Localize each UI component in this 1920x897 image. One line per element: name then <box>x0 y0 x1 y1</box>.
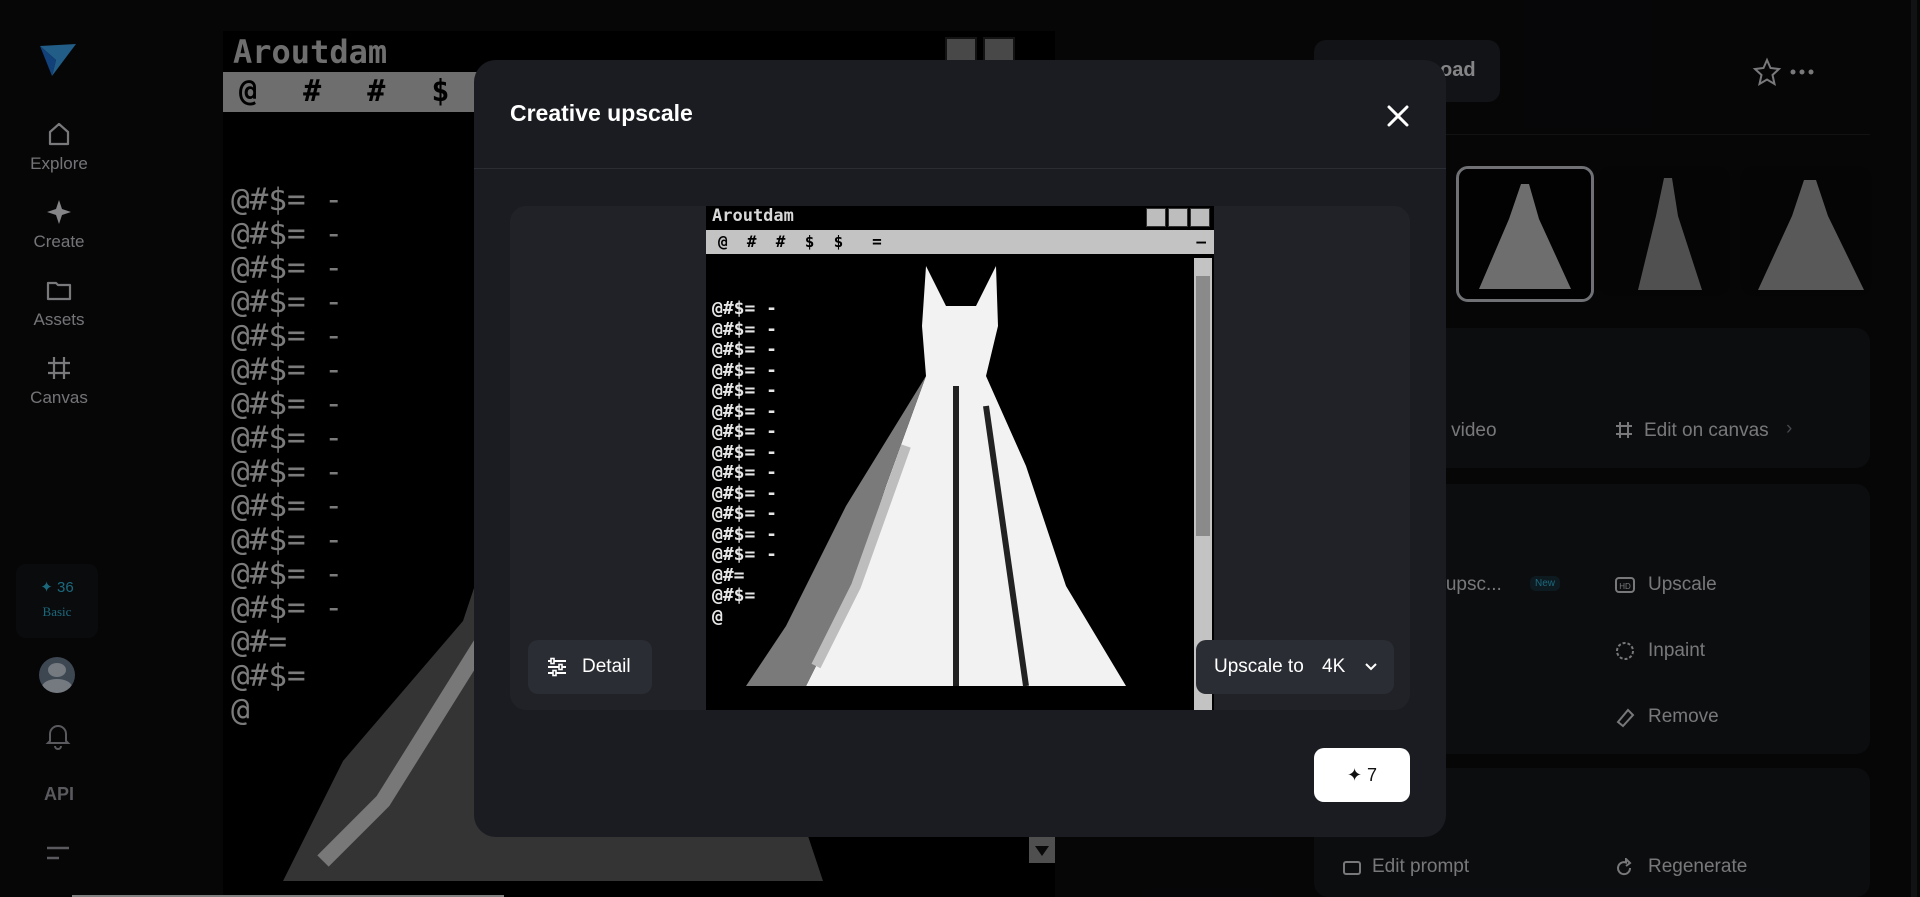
detail-button[interactable]: Detail <box>528 640 652 694</box>
sparkle-icon: ✦ <box>1346 765 1363 785</box>
image-preview: Aroutdam @ # # $ $ = – @#$= - @#$= - @#$= -… <box>510 206 1410 710</box>
dress-artwork <box>746 266 1126 687</box>
window-buttons <box>1146 208 1212 231</box>
upscale-resolution-select[interactable]: Upscale to 4K <box>1196 640 1394 694</box>
close-icon[interactable] <box>1380 98 1416 134</box>
run-cost: 7 <box>1367 765 1378 785</box>
upscale-run-button[interactable]: ✦ 7 <box>1314 748 1410 802</box>
preview-image: Aroutdam @ # # $ $ = – @#$= - @#$= - @#$= -… <box>706 206 1214 710</box>
preview-bar: @ # # $ $ = – <box>706 230 1214 254</box>
creative-upscale-modal: Creative upscale Aroutdam @ # # $ $ = – @… <box>474 60 1446 837</box>
modal-divider <box>474 168 1446 169</box>
preview-title: Aroutdam <box>712 206 794 226</box>
modal-title: Creative upscale <box>510 100 693 126</box>
upscale-value: 4K <box>1322 656 1346 677</box>
sliders-icon <box>548 657 566 677</box>
upscale-to-label: Upscale to <box>1214 656 1304 677</box>
detail-label: Detail <box>582 656 631 677</box>
chevron-down-icon <box>1365 663 1377 671</box>
